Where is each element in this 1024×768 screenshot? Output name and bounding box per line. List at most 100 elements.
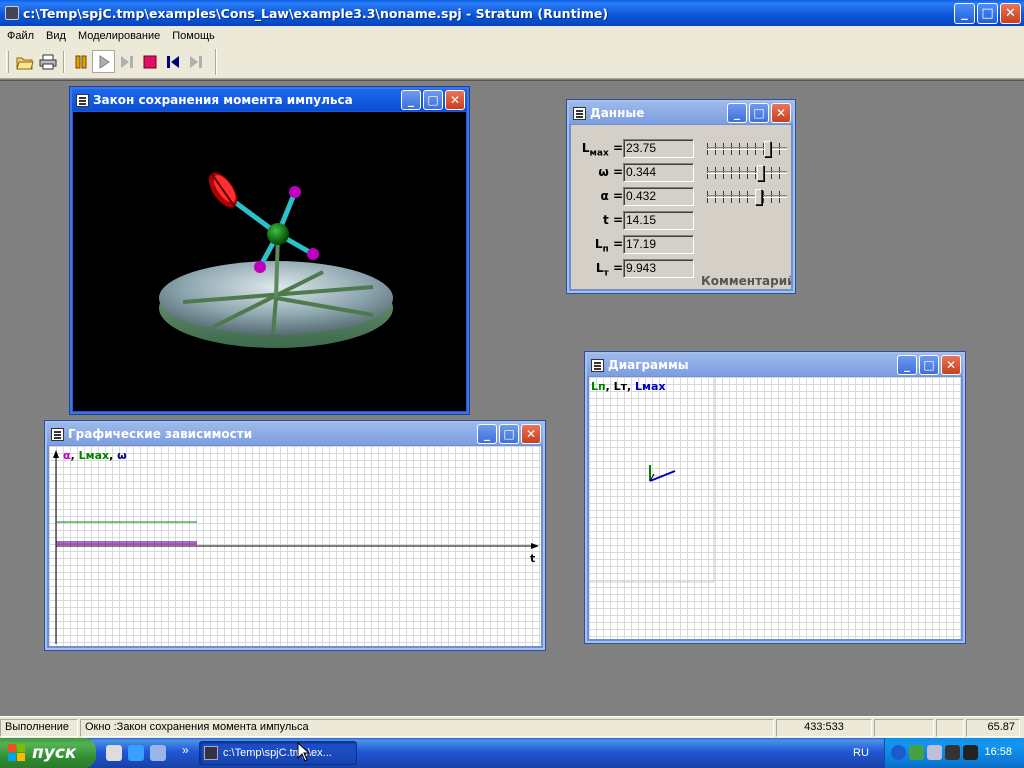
print-button[interactable]	[36, 50, 59, 73]
model-maximize-button[interactable]: □	[423, 90, 443, 110]
lmax-slider[interactable]	[705, 140, 789, 158]
t-input[interactable]: 14.15	[623, 211, 694, 230]
pause-icon	[75, 55, 86, 68]
menu-view[interactable]: Вид	[40, 30, 72, 42]
label-ln: Lп =	[594, 237, 623, 255]
open-button[interactable]	[13, 50, 36, 73]
window-doc-icon	[591, 358, 604, 372]
tray-monitor-icon[interactable]	[927, 745, 942, 760]
restore-icon: □	[981, 6, 994, 21]
omega-slider[interactable]	[705, 164, 789, 182]
graphs-maximize-button[interactable]: □	[499, 424, 519, 444]
lmax-slider-thumb[interactable]	[764, 141, 771, 157]
play-button[interactable]	[92, 50, 115, 73]
tray-arrow-icon[interactable]	[891, 745, 906, 760]
data-row-omega: ω = 0.344	[571, 163, 701, 183]
menu-bar: Файл Вид Моделирование Помощь	[0, 26, 1024, 45]
graphs-close-button[interactable]: ✕	[521, 424, 541, 444]
model-window[interactable]: Закон сохранения момента импульса _ □ ✕	[69, 86, 470, 415]
windows-flag-icon	[8, 744, 26, 762]
diagrams-close-button[interactable]: ✕	[941, 355, 961, 375]
menu-file[interactable]: Файл	[1, 30, 40, 42]
graphs-plot	[53, 450, 539, 644]
diagrams-vectors	[589, 377, 715, 583]
ln-input[interactable]: 17.19	[623, 235, 694, 254]
show-desktop-icon[interactable]	[150, 745, 166, 761]
model-close-button[interactable]: ✕	[445, 90, 465, 110]
data-window-title-bar[interactable]: Данные _ □ ✕	[569, 102, 793, 124]
omega-input[interactable]: 0.344	[623, 163, 694, 182]
diagrams-window-title-bar[interactable]: Диаграммы _ □ ✕	[587, 354, 963, 376]
pause-button[interactable]	[69, 50, 92, 73]
minimize-button[interactable]: _	[954, 3, 975, 24]
menu-modeling[interactable]: Моделирование	[72, 30, 166, 42]
minimize-icon: _	[734, 106, 740, 120]
graphs-minimize-button[interactable]: _	[477, 424, 497, 444]
tray-antivirus-icon[interactable]	[963, 745, 978, 760]
close-button[interactable]: ✕	[1000, 3, 1021, 24]
toolbar-grip[interactable]	[6, 50, 9, 73]
step-back-button[interactable]	[161, 50, 184, 73]
graphs-window-title: Графические зависимости	[68, 427, 253, 441]
close-icon: ✕	[945, 358, 957, 372]
toolbar-separator	[63, 50, 65, 73]
clock: 16:58	[984, 746, 1012, 758]
alpha-input[interactable]: 0.432	[623, 187, 694, 206]
status-value: 65.87	[966, 718, 1020, 737]
system-tray: RU 16:58	[853, 738, 1024, 768]
quick-launch-app-icon[interactable]	[106, 745, 122, 761]
stop-button[interactable]	[138, 50, 161, 73]
internet-explorer-icon[interactable]	[128, 745, 144, 761]
data-window[interactable]: Данные _ □ ✕ Lмах = 23.75 ω = 0.344 α = …	[566, 99, 796, 294]
diagrams-minimize-button[interactable]: _	[897, 355, 917, 375]
model-window-title-bar[interactable]: Закон сохранения момента импульса _ □ ✕	[72, 89, 467, 111]
alpha-slider[interactable]	[705, 188, 789, 206]
taskbar: пуск » c:\Temp\spjC.tmp\ex... RU 16:58	[0, 738, 1024, 768]
model-minimize-button[interactable]: _	[401, 90, 421, 110]
model-3d-viewport[interactable]	[73, 112, 466, 411]
alpha-slider-thumb[interactable]	[755, 189, 762, 205]
menu-help[interactable]: Помощь	[166, 30, 221, 42]
minimize-icon: _	[408, 93, 414, 107]
minimize-icon: _	[484, 427, 490, 441]
toolbar-end-separator	[215, 49, 217, 75]
model-window-title: Закон сохранения момента импульса	[93, 93, 353, 107]
diagrams-plot-area[interactable]: Lп, Lт, Lмах	[589, 377, 961, 639]
status-empty-2	[936, 718, 964, 737]
quick-launch-chevron[interactable]: »	[182, 743, 189, 757]
lmax-input[interactable]: 23.75	[623, 139, 694, 158]
status-bar: Выполнение Окно :Закон сохранения момент…	[0, 716, 1024, 738]
main-title-bar[interactable]: c:\Temp\spjC.tmp\examples\Cons_Law\examp…	[0, 0, 1024, 26]
step-forward-button[interactable]	[184, 50, 207, 73]
task-button-stratum[interactable]: c:\Temp\spjC.tmp\ex...	[199, 741, 357, 765]
stop-icon	[143, 55, 156, 68]
start-button[interactable]: пуск	[0, 738, 96, 768]
tray-app-icon[interactable]	[945, 745, 960, 760]
play-icon	[99, 54, 110, 69]
maximize-icon: □	[753, 106, 765, 120]
comment-button[interactable]: Комментарий	[701, 274, 791, 288]
app-icon[interactable]	[5, 6, 19, 20]
diagrams-maximize-button[interactable]: □	[919, 355, 939, 375]
close-icon: ✕	[449, 93, 461, 107]
step-back-icon	[166, 55, 179, 68]
language-indicator[interactable]: RU	[853, 747, 869, 759]
rotating-platform-scene	[159, 172, 393, 348]
diagrams-window-title: Диаграммы	[608, 358, 689, 372]
tray-network-icon[interactable]	[909, 745, 924, 760]
restore-button[interactable]: □	[977, 3, 998, 24]
graphs-window-title-bar[interactable]: Графические зависимости _ □ ✕	[47, 423, 543, 445]
diagrams-window[interactable]: Диаграммы _ □ ✕ Lп, Lт, Lмах	[584, 351, 966, 644]
step-button[interactable]	[115, 50, 138, 73]
data-maximize-button[interactable]: □	[749, 103, 769, 123]
graphs-plot-area[interactable]: α, Lмах, ω t	[49, 446, 541, 646]
data-row-alpha: α = 0.432	[571, 187, 701, 207]
data-minimize-button[interactable]: _	[727, 103, 747, 123]
window-doc-icon	[573, 106, 586, 120]
lt-input[interactable]: 9.943	[623, 259, 694, 278]
status-empty-1	[874, 718, 934, 737]
x-axis-label: t	[530, 552, 536, 565]
data-close-button[interactable]: ✕	[771, 103, 791, 123]
graphs-window[interactable]: Графические зависимости _ □ ✕ α, Lмах, ω…	[44, 420, 546, 651]
omega-slider-thumb[interactable]	[757, 165, 764, 181]
